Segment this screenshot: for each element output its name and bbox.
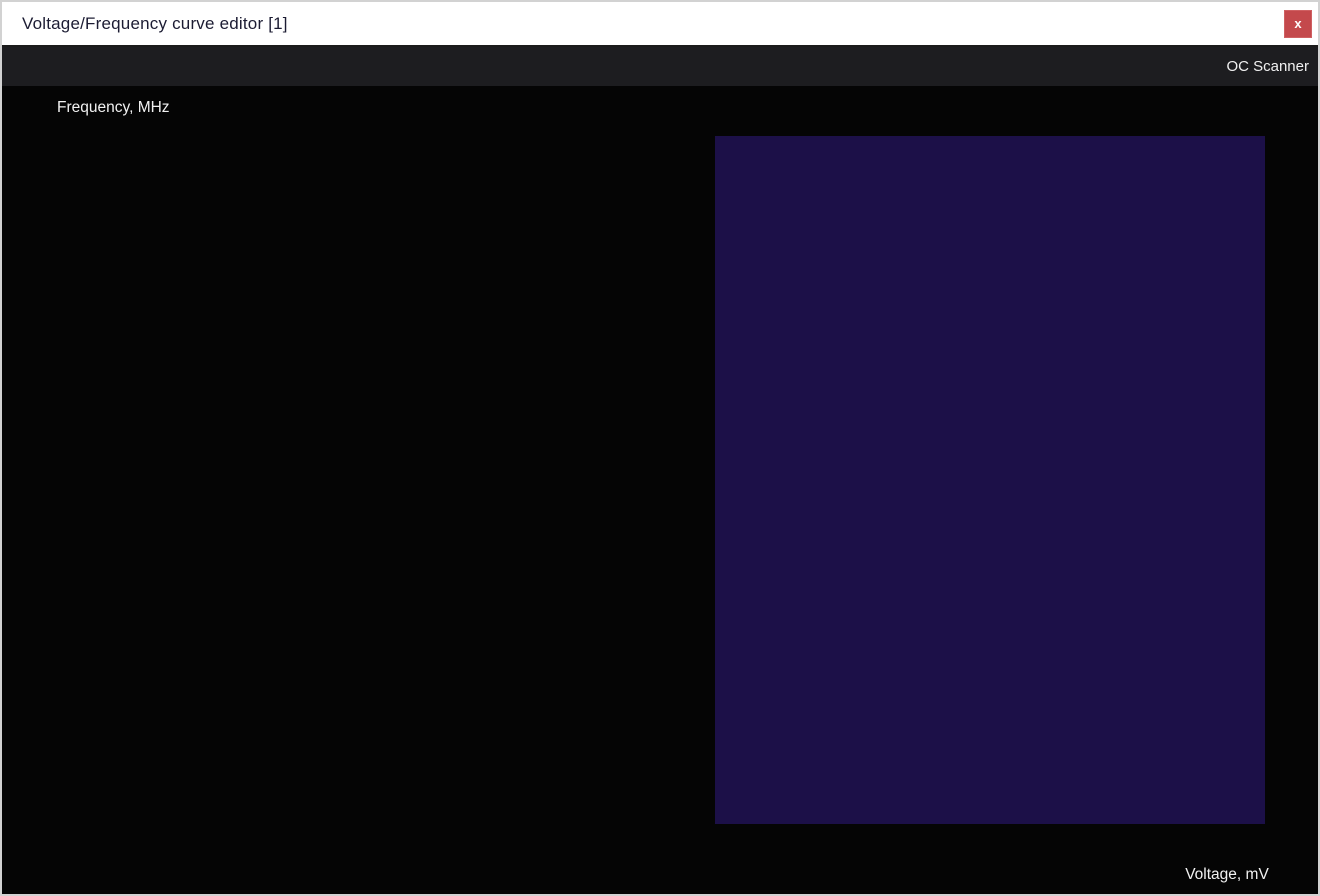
chart-area: Frequency, MHz Voltage, mV <box>2 86 1318 894</box>
title-bar: Voltage/Frequency curve editor [1] x <box>2 2 1318 47</box>
vf-editor-window: Voltage/Frequency curve editor [1] x OC … <box>0 0 1320 896</box>
toolbar: OC Scanner <box>2 47 1318 86</box>
close-button[interactable]: x <box>1284 10 1312 38</box>
highlighted-region <box>715 136 1265 824</box>
window-title: Voltage/Frequency curve editor [1] <box>22 14 288 34</box>
close-icon: x <box>1294 17 1301 30</box>
y-axis-title: Frequency, MHz <box>57 99 170 116</box>
vf-curve-chart[interactable]: Frequency, MHz Voltage, mV <box>2 86 1318 892</box>
oc-scanner-button[interactable]: OC Scanner <box>1226 58 1309 75</box>
x-axis-title: Voltage, mV <box>1185 866 1269 883</box>
